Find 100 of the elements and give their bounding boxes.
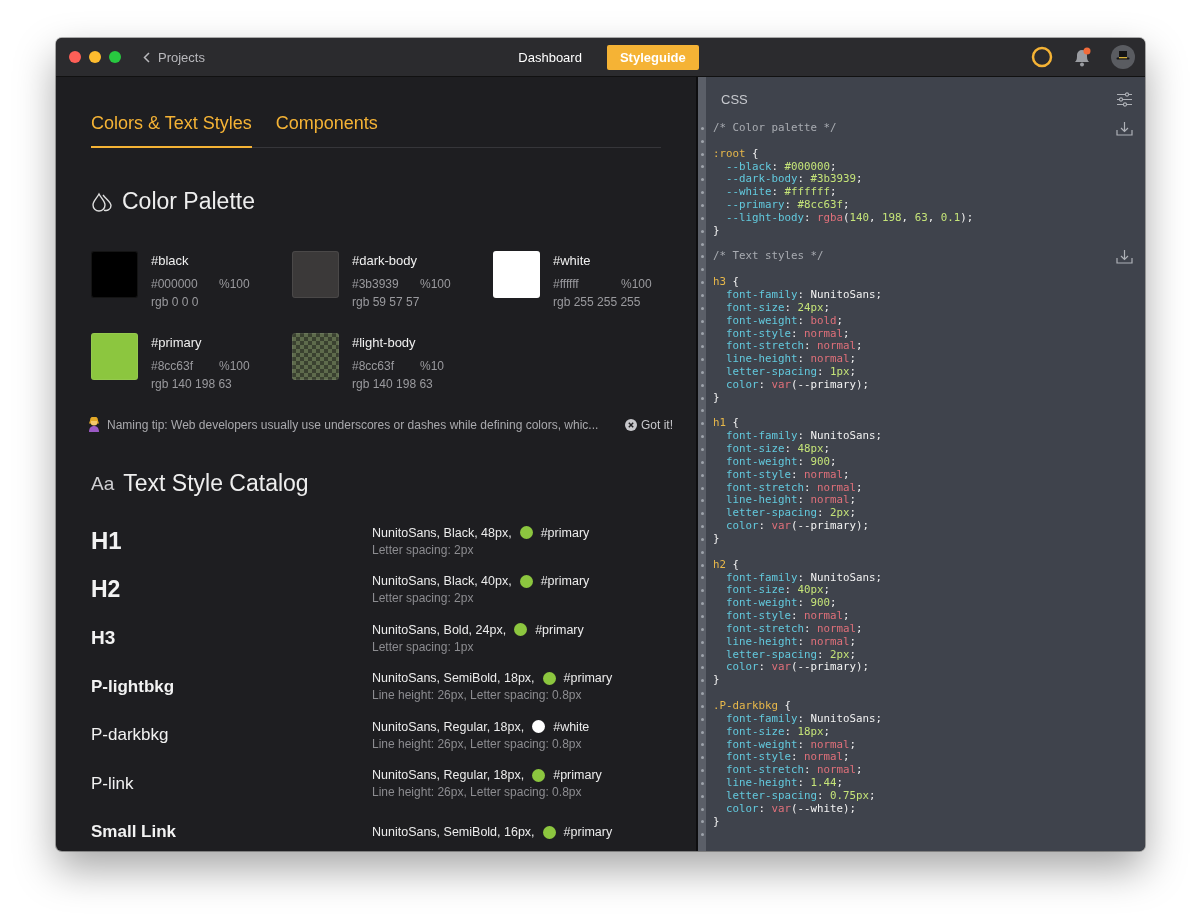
section-tab[interactable]: Components <box>275 107 378 148</box>
code-line: font-stretch: normal; <box>726 764 863 778</box>
code-line: --black: #000000; <box>726 160 837 174</box>
color-label: #primary <box>563 825 613 840</box>
style-detail: Letter spacing: 2px <box>372 591 475 606</box>
code-line: font-stretch: normal; <box>726 340 863 354</box>
rgb-value: rgb 140 198 63 <box>352 377 434 391</box>
color-name: #light-body <box>352 335 417 350</box>
code-line: } <box>713 533 720 546</box>
code-line: font-size: 40px; <box>726 584 831 598</box>
code-line: font-size: 24px; <box>726 301 831 315</box>
section-title: Text Style Catalog <box>123 470 309 497</box>
rgb-value: rgb 59 57 57 <box>352 295 421 309</box>
download-icon[interactable] <box>1116 120 1133 136</box>
hex-value: #000000 <box>151 277 199 291</box>
code-line: } <box>713 224 720 238</box>
code-line: font-style: normal; <box>726 610 850 623</box>
close-button[interactable] <box>69 51 81 63</box>
code-line: line-height: normal; <box>726 494 857 508</box>
close-icon <box>625 418 637 431</box>
nav-tab[interactable]: Dashboard <box>505 44 595 70</box>
code-line: line-height: 1.44; <box>726 777 844 790</box>
code-line: /* Color palette */ <box>713 122 837 135</box>
color-label: #white <box>553 719 590 734</box>
code-line: .P-darkbkg { <box>713 699 792 713</box>
code-line: color: var(--primary); <box>726 378 870 392</box>
code-line: letter-spacing: 2px; <box>726 648 857 662</box>
color-name: #white <box>553 253 592 268</box>
style-spec: NunitoSans, SemiBold, 16px, <box>372 825 535 840</box>
code-line: line-height: normal; <box>726 353 857 367</box>
color-label: #primary <box>553 768 602 783</box>
opacity-value: %100 <box>621 277 652 291</box>
color-label: #primary <box>535 622 584 637</box>
style-spec: NunitoSans, Black, 48px, <box>372 525 512 540</box>
style-preview: P-darkbkg <box>91 725 170 746</box>
code-line: font-family: NunitoSans; <box>726 430 883 444</box>
code-line: --white: #ffffff; <box>726 186 837 200</box>
color-name: #dark-body <box>352 253 419 268</box>
hex-value: #ffffff <box>553 277 580 291</box>
code-line: font-stretch: normal; <box>726 481 863 495</box>
style-spec: NunitoSans, Black, 40px, <box>372 574 512 589</box>
code-line: } <box>713 674 720 688</box>
style-spec: NunitoSans, Bold, 24px, <box>372 622 507 637</box>
code-line: h2 { <box>713 558 740 572</box>
code-line: letter-spacing: 1px; <box>726 366 857 379</box>
opacity-value: %100 <box>219 277 250 291</box>
code-line: font-weight: bold; <box>726 314 844 328</box>
code-line: h3 { <box>713 276 740 289</box>
code-line: font-size: 18px; <box>726 725 831 739</box>
style-detail: Line height: 26px, Letter spacing: 0.8px <box>372 688 583 703</box>
code-line: font-weight: 900; <box>726 597 837 611</box>
download-icon[interactable] <box>1116 249 1133 265</box>
code-line: font-family: NunitoSans; <box>726 288 883 302</box>
avatar-icon[interactable] <box>1111 45 1135 69</box>
minimize-button[interactable] <box>89 51 101 63</box>
code-line: } <box>713 391 720 405</box>
code-line: --dark-body: #3b3939; <box>726 173 863 187</box>
style-preview: H2 <box>91 576 122 604</box>
rgb-value: rgb 140 198 63 <box>151 377 233 391</box>
code-line: --primary: #8cc63f; <box>726 199 850 212</box>
code-line: color: var(--primary); <box>726 520 870 533</box>
hex-value: #8cc63f <box>352 359 396 373</box>
opacity-value: %100 <box>219 359 250 373</box>
style-preview: H1 <box>91 527 123 556</box>
code-line: font-size: 48px; <box>726 443 831 456</box>
style-spec: NunitoSans, SemiBold, 18px, <box>372 671 535 686</box>
panel-title: CSS <box>721 92 748 107</box>
code-line: font-style: normal; <box>726 327 850 341</box>
ring-icon[interactable] <box>1031 46 1053 68</box>
color-label: #primary <box>540 574 590 589</box>
section-tab[interactable]: Colors & Text Styles <box>91 107 252 148</box>
back-link[interactable]: Projects <box>143 49 205 65</box>
code-line: h1 { <box>713 417 740 431</box>
tip-text: Naming tip: Web developers usually use underscores or dashes while defining colors, whic... <box>107 417 600 432</box>
style-detail: Line height: 26px, Letter spacing: 0.8px <box>372 736 583 751</box>
code-line: /* Text styles */ <box>713 250 824 264</box>
rgb-value: rgb 255 255 255 <box>553 295 642 309</box>
code-line: color: var(--white); <box>726 802 857 816</box>
style-spec: NunitoSans, Regular, 18px, <box>372 768 525 783</box>
text-style-icon: Aa <box>91 472 115 495</box>
zoom-button[interactable] <box>109 51 121 63</box>
code-line: font-family: NunitoSans; <box>726 712 883 726</box>
code-line: color: var(--primary); <box>726 661 870 675</box>
code-line: font-style: normal; <box>726 751 850 765</box>
color-label: #primary <box>540 525 590 540</box>
drops-icon <box>91 191 113 212</box>
settings-icon[interactable] <box>1116 92 1133 107</box>
code-line: font-stretch: normal; <box>726 622 863 636</box>
style-detail: Letter spacing: 2px <box>372 542 475 557</box>
style-spec: NunitoSans, Regular, 18px, <box>372 719 525 734</box>
dismiss-button[interactable]: Got it! <box>625 417 673 432</box>
style-preview: H3 <box>91 627 117 650</box>
color-name: #primary <box>151 335 203 350</box>
person-icon <box>87 417 101 432</box>
opacity-value: %10 <box>420 359 445 373</box>
code-line: font-family: NunitoSans; <box>726 571 883 585</box>
code-line: font-weight: normal; <box>726 738 857 752</box>
code-line: font-weight: 900; <box>726 455 837 469</box>
code-line: :root { <box>713 147 759 161</box>
hex-value: #3b3939 <box>352 277 400 291</box>
